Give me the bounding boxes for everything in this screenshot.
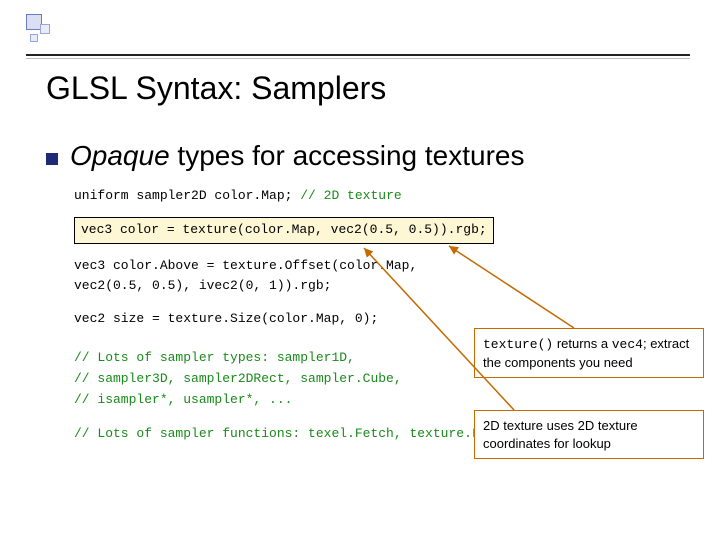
- callout-2d-coords: 2D texture uses 2D texture coordinates f…: [474, 410, 704, 459]
- callout1-code1: texture(): [483, 337, 553, 352]
- code-l1: uniform sampler2D color.Map;: [74, 188, 300, 203]
- bullet-line: Opaque types for accessing textures: [46, 140, 690, 172]
- bullet-text: Opaque types for accessing textures: [70, 140, 524, 172]
- code-comment-4c: // isampler*, usampler*, ...: [74, 390, 690, 411]
- code-line-1: uniform sampler2D color.Map; // 2D textu…: [74, 186, 690, 207]
- slide-content: Opaque types for accessing textures unif…: [46, 140, 690, 445]
- code-line-3: vec2 size = texture.Size(color.Map, 0);: [74, 309, 690, 330]
- code-block: uniform sampler2D color.Map; // 2D textu…: [74, 186, 690, 445]
- slide-title: GLSL Syntax: Samplers: [46, 70, 386, 107]
- corner-decoration: [26, 14, 66, 54]
- title-divider: [26, 54, 690, 56]
- code-line-2a: vec3 color.Above = texture.Offset(color.…: [74, 256, 690, 277]
- code-l1-comment: // 2D texture: [300, 188, 401, 203]
- code-highlight-box: vec3 color = texture(color.Map, vec2(0.5…: [74, 217, 494, 244]
- callout1-code2: vec4: [612, 337, 643, 352]
- bullet-italic: Opaque: [70, 140, 170, 171]
- bullet-icon: [46, 153, 58, 165]
- bullet-rest: types for accessing textures: [170, 140, 525, 171]
- callout-texture-returns: texture() returns a vec4; extract the co…: [474, 328, 704, 378]
- callout1-mid: returns a: [553, 336, 612, 351]
- code-line-2b: vec2(0.5, 0.5), ivec2(0, 1)).rgb;: [74, 276, 690, 297]
